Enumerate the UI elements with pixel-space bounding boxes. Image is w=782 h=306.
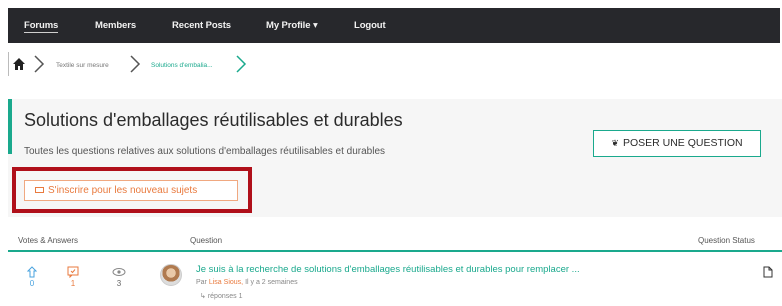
panel-accent-bar bbox=[8, 99, 12, 154]
column-votes-answers: Votes & Answers bbox=[18, 236, 79, 245]
votes-stat: 0 bbox=[22, 266, 42, 288]
question-time: Il y a 2 semaines bbox=[245, 279, 298, 286]
vote-icon bbox=[27, 266, 37, 278]
highlight-annotation bbox=[12, 167, 252, 213]
home-icon[interactable] bbox=[12, 57, 26, 71]
table-header: Votes & Answers Question Question Status bbox=[8, 230, 782, 252]
author-prefix: Par bbox=[196, 279, 207, 286]
nav-my-profile[interactable]: My Profile ▾ bbox=[266, 20, 318, 31]
breadcrumb-divider bbox=[8, 52, 9, 76]
views-stat: 3 bbox=[109, 266, 129, 288]
views-count: 3 bbox=[116, 279, 122, 288]
chevron-right-icon bbox=[130, 55, 141, 73]
reply-arrow-icon: ↳ bbox=[200, 293, 206, 300]
ask-question-button[interactable]: ❦ POSER UNE QUESTION bbox=[593, 130, 761, 157]
nav-members[interactable]: Members bbox=[95, 20, 136, 31]
nav-logout[interactable]: Logout bbox=[354, 20, 386, 31]
chevron-right-icon bbox=[34, 55, 45, 73]
nav-forums[interactable]: Forums bbox=[24, 20, 58, 33]
avatar[interactable] bbox=[160, 264, 182, 286]
answer-icon bbox=[67, 266, 79, 278]
question-replies: ↳ réponses 1 bbox=[200, 292, 242, 300]
ask-question-label: POSER UNE QUESTION bbox=[622, 137, 743, 149]
nav-recent-posts[interactable]: Recent Posts bbox=[172, 20, 231, 31]
top-navigation: Forums Members Recent Posts My Profile ▾… bbox=[8, 8, 780, 43]
breadcrumb-item-textile[interactable]: Textile sur mesure bbox=[56, 62, 109, 69]
votes-count: 0 bbox=[29, 279, 35, 288]
leaf-icon: ❦ bbox=[611, 138, 619, 148]
breadcrumb-item-current[interactable]: Solutions d'embalia... bbox=[151, 62, 213, 69]
question-title-link[interactable]: Je suis à la recherche de solutions d'em… bbox=[196, 264, 580, 275]
eye-icon bbox=[112, 268, 126, 276]
author-link[interactable]: Lisa Sious, bbox=[209, 279, 243, 286]
page-description: Toutes les questions relatives aux solut… bbox=[24, 146, 386, 157]
column-question-status: Question Status bbox=[698, 236, 755, 245]
question-meta: Par Lisa Sious, Il y a 2 semaines bbox=[196, 279, 298, 286]
answers-count: 1 bbox=[70, 279, 76, 288]
chevron-right-icon bbox=[236, 55, 247, 73]
document-icon bbox=[763, 266, 773, 278]
answers-stat: 1 bbox=[63, 266, 83, 288]
replies-count: réponses 1 bbox=[207, 293, 243, 300]
breadcrumb: Textile sur mesure Solutions d'embalia..… bbox=[8, 52, 780, 82]
page-title: Solutions d'emballages réutilisables et … bbox=[24, 110, 403, 130]
table-row[interactable]: 0 1 3 Je suis à la recherche de solution… bbox=[8, 256, 782, 306]
column-question: Question bbox=[190, 236, 223, 245]
